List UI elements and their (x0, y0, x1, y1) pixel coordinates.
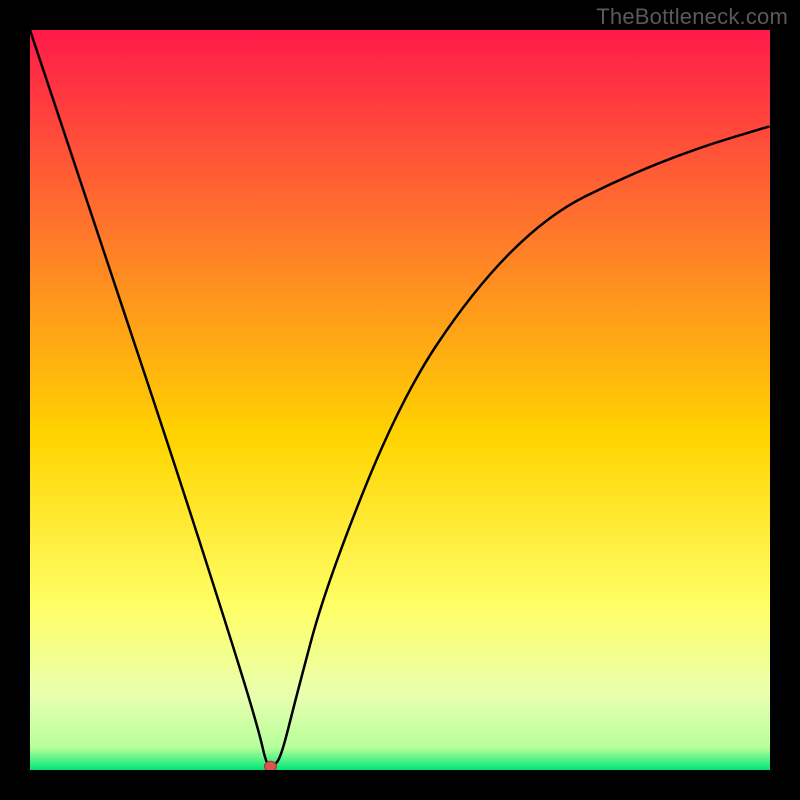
watermark-text: TheBottleneck.com (596, 4, 788, 30)
gradient-background (30, 30, 770, 770)
bottleneck-chart (30, 30, 770, 770)
chart-svg (30, 30, 770, 770)
minimum-marker (265, 761, 277, 770)
